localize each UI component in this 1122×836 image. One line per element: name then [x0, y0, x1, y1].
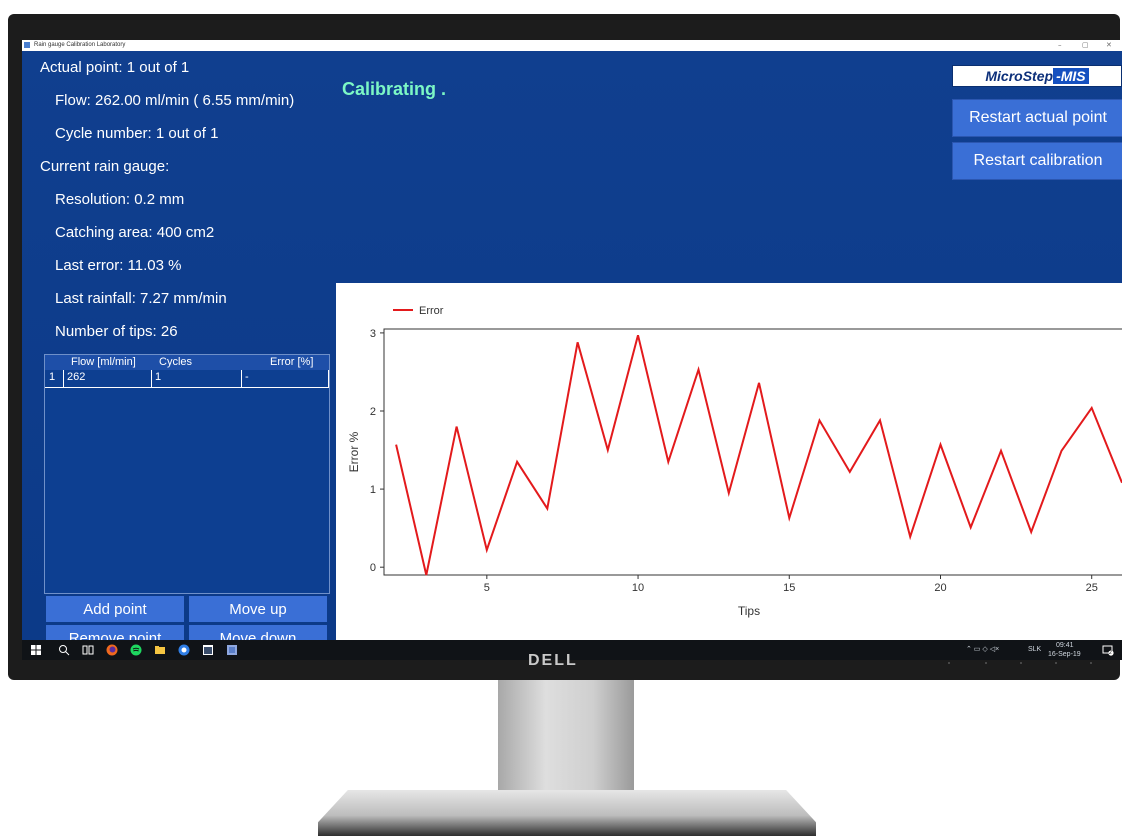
resolution-text: Resolution: 0.2 mm	[55, 191, 185, 208]
x-tick-label: 15	[783, 582, 795, 594]
column-error[interactable]: Error [%]	[270, 356, 313, 368]
tray-icons[interactable]: ⌃ ▭ ◇ ◁×	[966, 640, 999, 660]
title-bar: Rain gauge Calibration Laboratory – ▢ ✕	[22, 40, 1122, 51]
flow-text: Flow: 262.00 ml/min ( 6.55 mm/min)	[55, 92, 295, 109]
restart-calibration-button[interactable]: Restart calibration	[952, 142, 1122, 180]
notification-count: 2	[1109, 650, 1112, 656]
language-indicator[interactable]: SLK	[1028, 640, 1041, 660]
monitor-button[interactable]	[1055, 662, 1057, 664]
monitor-button[interactable]	[948, 662, 950, 664]
minimize-icon[interactable]: –	[1058, 40, 1062, 51]
last-error-text: Last error: 11.03 %	[55, 257, 182, 274]
power-button[interactable]	[1090, 662, 1092, 664]
last-rainfall-text: Last rainfall: 7.27 mm/min	[55, 290, 227, 307]
table-row[interactable]: 1 262 1 -	[45, 370, 329, 388]
column-divider	[151, 370, 152, 387]
microstep-logo: MicroStep -MIS	[952, 65, 1122, 87]
search-icon[interactable]	[58, 644, 70, 656]
column-divider	[241, 370, 242, 387]
legend-label: Error	[419, 305, 444, 317]
maximize-icon[interactable]: ▢	[1082, 40, 1089, 51]
x-tick-label: 20	[934, 582, 946, 594]
y-tick-label: 0	[370, 562, 376, 574]
browser-icon[interactable]	[178, 644, 190, 656]
y-tick-label: 1	[370, 484, 376, 496]
column-divider	[63, 370, 64, 387]
error-chart: 5 10 15 20 25 0 1 2 3 Error Tips Error %	[347, 305, 1122, 618]
y-axis-label: Error %	[347, 431, 361, 472]
close-icon[interactable]: ✕	[1106, 40, 1112, 51]
add-point-button[interactable]: Add point	[46, 596, 184, 622]
monitor-stand-neck	[498, 680, 634, 798]
x-tick-label: 5	[484, 582, 490, 594]
row-index: 1	[49, 371, 56, 383]
number-of-tips-text: Number of tips: 26	[55, 323, 178, 340]
monitor-stand-base	[318, 790, 816, 836]
status-text: Calibrating .	[342, 79, 447, 99]
move-up-button[interactable]: Move up	[189, 596, 327, 622]
actual-point-text: Actual point: 1 out of 1	[40, 59, 190, 76]
column-cycles[interactable]: Cycles	[159, 356, 192, 368]
task-view-icon[interactable]	[82, 644, 94, 656]
logo-left: MicroStep	[985, 68, 1054, 84]
chart-panel: 5 10 15 20 25 0 1 2 3 Error Tips Error %	[336, 283, 1122, 640]
file-explorer-icon[interactable]	[154, 644, 166, 656]
catching-area-text: Catching area: 400 cm2	[55, 224, 215, 241]
column-divider	[328, 370, 329, 387]
calibration-app-icon[interactable]	[226, 644, 238, 656]
y-tick-label: 3	[370, 328, 376, 340]
firefox-icon[interactable]	[106, 644, 118, 656]
dell-logo: DELL	[528, 652, 578, 669]
y-tick-label: 2	[370, 406, 376, 418]
cycle-number-text: Cycle number: 1 out of 1	[55, 125, 219, 142]
window-title: Rain gauge Calibration Laboratory	[34, 42, 126, 48]
cell-flow: 262	[67, 371, 86, 383]
app-window-icon[interactable]	[202, 644, 214, 656]
monitor-button[interactable]	[985, 662, 987, 664]
monitor-button[interactable]	[1020, 662, 1022, 664]
column-flow[interactable]: Flow [ml/min]	[71, 356, 136, 368]
restart-actual-point-button[interactable]: Restart actual point	[952, 99, 1122, 137]
cell-error: -	[245, 371, 249, 383]
app-icon	[24, 42, 30, 48]
current-gauge-heading: Current rain gauge:	[40, 158, 170, 175]
screen: Rain gauge Calibration Laboratory – ▢ ✕ …	[22, 40, 1122, 660]
x-axis-label: Tips	[738, 604, 760, 618]
monitor-bezel: Rain gauge Calibration Laboratory – ▢ ✕ …	[8, 14, 1122, 680]
spotify-icon[interactable]	[130, 644, 142, 656]
notification-icon[interactable]	[1102, 644, 1114, 656]
x-tick-label: 10	[632, 582, 644, 594]
x-tick-label: 25	[1086, 582, 1098, 594]
error-series-line	[395, 334, 1122, 576]
clock-date[interactable]: 16-Sep-19	[1048, 645, 1081, 660]
logo-right: -MIS	[1053, 68, 1089, 84]
points-table: Flow [ml/min] Cycles Error [%] 1 262 1 -	[44, 354, 330, 594]
cell-cycles: 1	[155, 371, 162, 383]
app-body: Actual point: 1 out of 1 Flow: 262.00 ml…	[22, 51, 1122, 651]
windows-start-icon[interactable]	[30, 644, 42, 656]
plot-frame	[383, 328, 1122, 576]
table-header: Flow [ml/min] Cycles Error [%]	[45, 355, 329, 370]
